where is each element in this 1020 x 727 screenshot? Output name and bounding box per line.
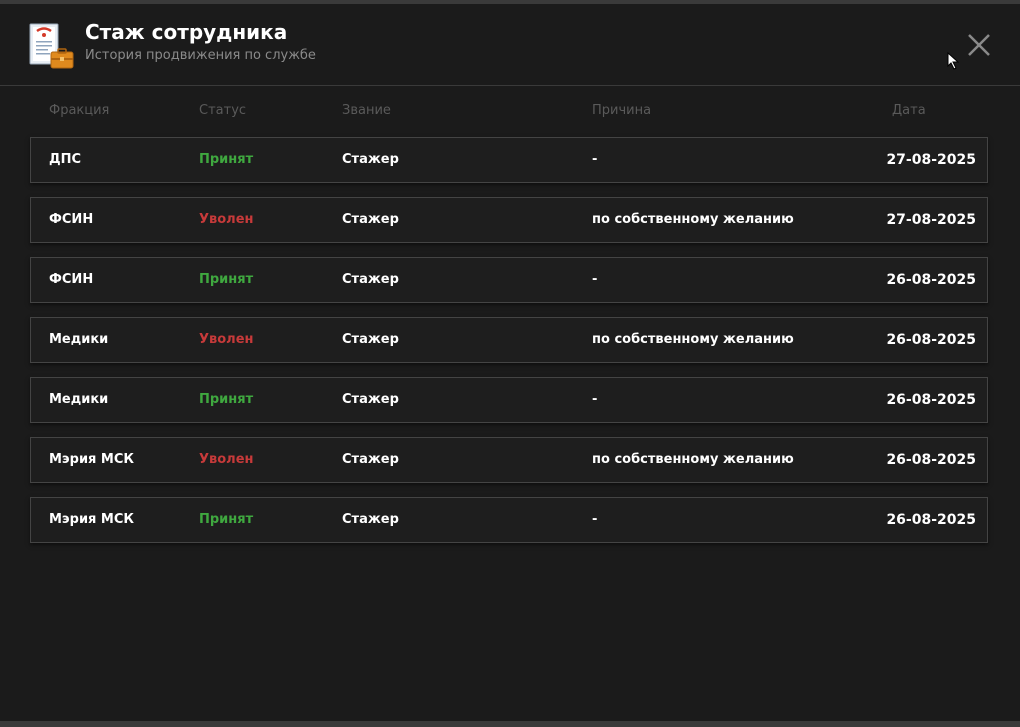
cell-reason: - [592,272,598,287]
table-row: ДПС Принят Стажер - 27-08-2025 [30,137,988,183]
table-row: Медики Уволен Стажер по собственному жел… [30,317,988,363]
cell-reason: - [592,152,598,167]
cell-fraction: Медики [49,392,109,407]
window-header: Стаж сотрудника История продвижения по с… [0,4,1020,86]
cell-reason: - [592,392,598,407]
column-header-rank: Звание [342,103,391,118]
cell-rank: Стажер [342,332,399,347]
cell-fraction: Мэрия МСК [49,512,135,527]
cell-fraction: Мэрия МСК [49,452,135,467]
window-title: Стаж сотрудника [85,20,288,44]
cell-rank: Стажер [342,512,399,527]
cell-rank: Стажер [342,212,399,227]
cell-rank: Стажер [342,272,399,287]
cell-status: Принят [199,272,254,287]
history-table-body: ДПС Принят Стажер - 27-08-2025 ФСИН Увол… [30,137,988,557]
cell-date: 26-08-2025 [886,512,976,528]
cell-reason: по собственному желанию [592,212,794,227]
cell-reason: по собственному желанию [592,452,794,467]
mouse-cursor-icon [947,52,960,70]
cell-reason: по собственному желанию [592,332,794,347]
column-header-date: Дата [892,103,926,118]
cell-date: 26-08-2025 [886,392,976,408]
cell-rank: Стажер [342,152,399,167]
column-header-reason: Причина [592,103,652,118]
cell-status: Уволен [199,332,254,347]
column-header-status: Статус [199,103,247,118]
table-row: Медики Принят Стажер - 26-08-2025 [30,377,988,423]
cell-status: Принят [199,512,254,527]
column-header-fraction: Фракция [49,103,110,118]
cell-date: 26-08-2025 [886,452,976,468]
cell-fraction: ФСИН [49,212,94,227]
cell-date: 27-08-2025 [886,152,976,168]
cell-date: 26-08-2025 [886,272,976,288]
service-history-window: Стаж сотрудника История продвижения по с… [0,0,1020,727]
cell-status: Уволен [199,452,254,467]
close-icon[interactable] [964,30,994,60]
cell-date: 27-08-2025 [886,212,976,228]
cell-date: 26-08-2025 [886,332,976,348]
cell-fraction: ФСИН [49,272,94,287]
cell-status: Принят [199,392,254,407]
document-briefcase-icon [29,23,74,69]
cell-rank: Стажер [342,392,399,407]
table-row: ФСИН Принят Стажер - 26-08-2025 [30,257,988,303]
window-subtitle: История продвижения по службе [85,48,316,63]
cell-status: Принят [199,152,254,167]
table-row: Мэрия МСК Уволен Стажер по собственному … [30,437,988,483]
table-row: ФСИН Уволен Стажер по собственному желан… [30,197,988,243]
cell-fraction: ДПС [49,152,81,167]
cell-rank: Стажер [342,452,399,467]
table-row: Мэрия МСК Принят Стажер - 26-08-2025 [30,497,988,543]
cell-reason: - [592,512,598,527]
cell-status: Уволен [199,212,254,227]
cell-fraction: Медики [49,332,109,347]
